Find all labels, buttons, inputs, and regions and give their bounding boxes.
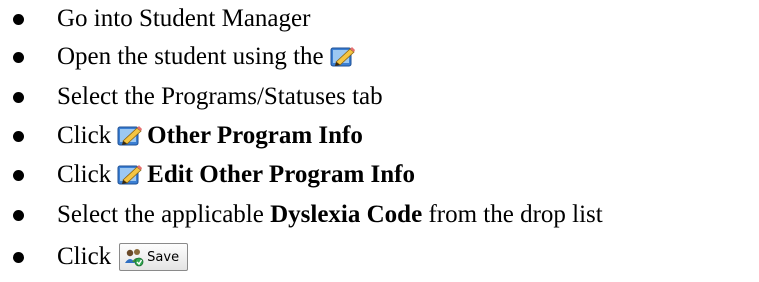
step-1-text: Go into Student Manager	[57, 5, 311, 32]
bullet	[13, 170, 24, 181]
step-5-bold: Edit Other Program Info	[147, 161, 415, 188]
step-1: Go into Student Manager	[0, 0, 759, 38]
step-text: Open the student using the	[57, 38, 360, 76]
save-button[interactable]: Save	[119, 243, 189, 271]
step-text: Click Save	[57, 238, 189, 276]
step-6-suffix: from the drop list	[428, 201, 603, 228]
step-5-prefix: Click	[57, 161, 112, 188]
bullet	[13, 131, 24, 142]
step-text: Click Other Program Info	[57, 117, 363, 155]
save-button-label: Save	[147, 249, 180, 265]
edit-pencil-icon	[117, 164, 143, 186]
bullet	[13, 252, 24, 263]
bullet	[13, 210, 24, 221]
step-5: Click Edit Other Program Info	[0, 156, 759, 194]
bullet	[13, 14, 24, 25]
step-text: Select the Programs/Statuses tab	[57, 78, 383, 116]
step-2-text: Open the student using the	[57, 43, 324, 70]
step-6: Select the applicable Dyslexia Code from…	[0, 196, 759, 234]
bullet	[13, 52, 24, 63]
step-text: Click Edit Other Program Info	[57, 156, 415, 194]
save-students-icon	[125, 249, 144, 267]
step-7: Click Save	[0, 238, 759, 276]
edit-pencil-icon	[330, 46, 356, 68]
edit-pencil-icon	[117, 125, 143, 147]
step-4-bold: Other Program Info	[147, 122, 363, 149]
step-text: Go into Student Manager	[57, 0, 310, 38]
bullet	[13, 92, 24, 103]
step-4-prefix: Click	[57, 122, 112, 149]
step-6-bold: Dyslexia Code	[270, 201, 423, 228]
step-7-prefix: Click	[57, 243, 112, 270]
step-2: Open the student using the	[0, 38, 759, 76]
step-text: Select the applicable Dyslexia Code from…	[57, 196, 603, 234]
step-3-text: Select the Programs/Statuses tab	[57, 83, 383, 110]
step-6-prefix: Select the applicable	[57, 201, 264, 228]
step-3: Select the Programs/Statuses tab	[0, 78, 759, 116]
step-4: Click Other Program Info	[0, 117, 759, 155]
